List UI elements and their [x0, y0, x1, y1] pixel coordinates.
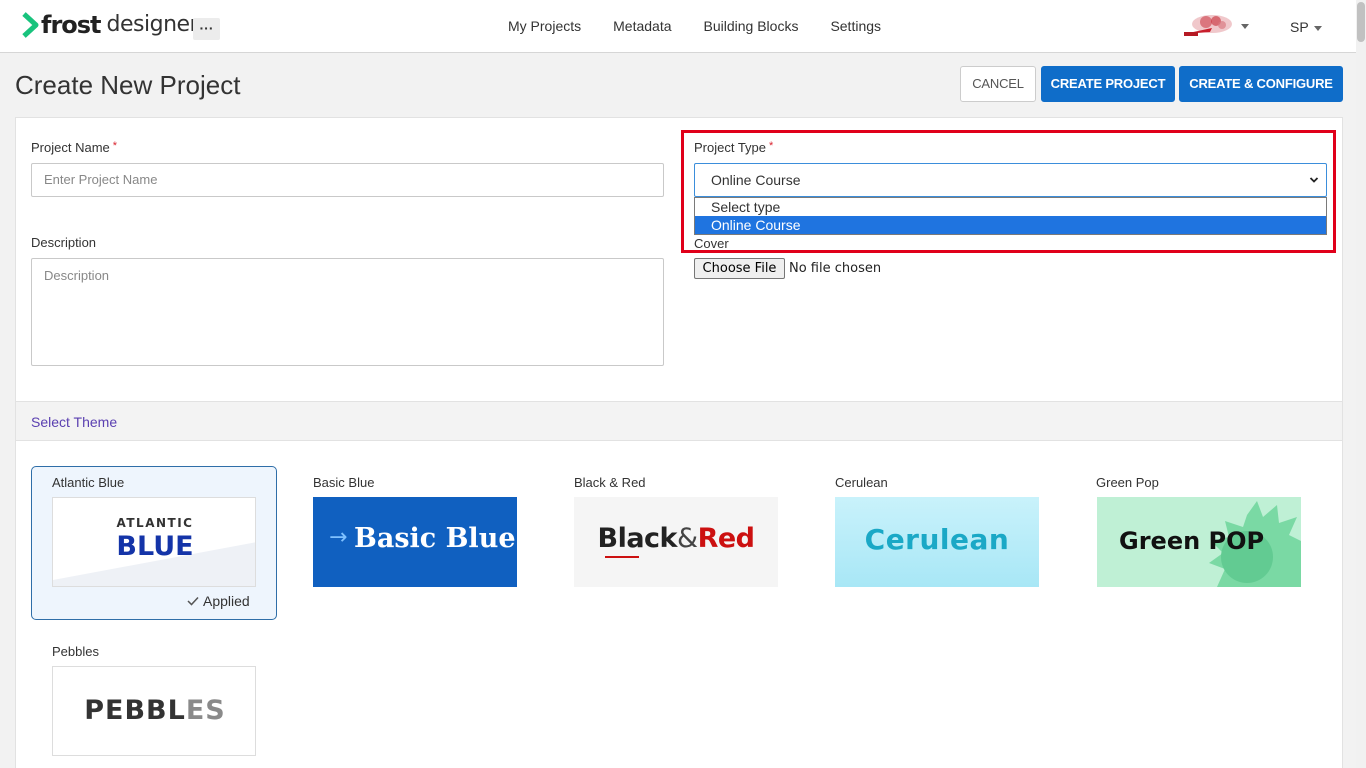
- project-name-input[interactable]: Enter Project Name: [31, 163, 664, 197]
- thumb-text-pebbles: PEBBLES: [53, 695, 255, 726]
- theme-name-cerulean: Cerulean: [835, 475, 888, 490]
- logo-chevron-icon: [22, 12, 39, 38]
- logo-text-designer: designer: [106, 12, 199, 37]
- create-and-configure-button[interactable]: CREATE & CONFIGURE: [1179, 66, 1343, 102]
- applied-indicator: Applied: [187, 593, 250, 609]
- chevron-down-icon: [1314, 26, 1322, 31]
- nav-building-blocks[interactable]: Building Blocks: [704, 18, 799, 34]
- theme-name-basic-blue: Basic Blue: [313, 475, 375, 490]
- thumb-text-amp: &: [677, 523, 698, 554]
- theme-name-pebbles: Pebbles: [52, 644, 99, 659]
- thumb-text-es: ES: [185, 695, 226, 726]
- required-mark: *: [112, 140, 118, 152]
- thumb-text-red: Red: [697, 523, 755, 554]
- page-title: Create New Project: [15, 70, 241, 100]
- project-name-label: Project Name *: [31, 140, 117, 155]
- organization-logo-icon: [1184, 15, 1232, 36]
- highlight-annotation-box: [681, 130, 1336, 253]
- page-scrollbar[interactable]: [1356, 0, 1366, 768]
- thumb-text-black: Black: [597, 523, 677, 554]
- thumb-underline: [605, 556, 639, 558]
- theme-thumbnail-atlantic-blue[interactable]: ATLANTIC BLUE: [52, 497, 256, 587]
- choose-file-button[interactable]: Choose File: [694, 258, 785, 279]
- more-menu-button[interactable]: ···: [193, 18, 220, 40]
- checkmark-icon: [187, 596, 199, 606]
- scrollbar-thumb[interactable]: [1357, 2, 1365, 42]
- frost-designer-logo[interactable]: frost designer: [22, 11, 199, 39]
- nav-my-projects[interactable]: My Projects: [508, 18, 581, 34]
- select-theme-header: Select Theme: [16, 401, 1342, 441]
- thumb-text-pebbl: PEBBL: [84, 695, 186, 726]
- thumb-text-black-red: Black&Red: [574, 523, 778, 554]
- theme-thumbnail-green-pop[interactable]: Green POP: [1097, 497, 1301, 587]
- create-project-button[interactable]: CREATE PROJECT: [1041, 66, 1175, 102]
- theme-name-atlantic-blue: Atlantic Blue: [52, 475, 125, 490]
- organization-switcher[interactable]: [1182, 12, 1252, 40]
- main-nav: My Projects Metadata Building Blocks Set…: [508, 18, 913, 34]
- description-textarea[interactable]: Description: [31, 258, 664, 366]
- thumb-text-green-pop: Green POP: [1119, 527, 1265, 555]
- select-theme-title: Select Theme: [31, 414, 118, 430]
- user-menu[interactable]: SP: [1290, 19, 1309, 35]
- thumb-text-atlantic: ATLANTIC: [116, 516, 194, 530]
- thumb-text-basic-blue: Basic Blue: [354, 523, 516, 554]
- theme-name-green-pop: Green Pop: [1096, 475, 1159, 490]
- cancel-button[interactable]: CANCEL: [960, 66, 1036, 102]
- theme-thumbnail-pebbles[interactable]: PEBBLES: [52, 666, 256, 756]
- thumb-text-blue: BLUE: [116, 531, 194, 562]
- theme-thumbnail-cerulean[interactable]: Cerulean: [835, 497, 1039, 587]
- logo-text-frost: frost: [41, 11, 102, 39]
- chevron-down-icon: [1241, 24, 1249, 29]
- nav-settings[interactable]: Settings: [830, 18, 881, 34]
- description-label: Description: [31, 235, 97, 250]
- file-status-text: No file chosen: [789, 261, 882, 276]
- theme-thumbnail-basic-blue[interactable]: → Basic Blue: [313, 497, 517, 587]
- thumb-text-cerulean: Cerulean: [864, 523, 1010, 556]
- arrow-right-icon: →: [329, 525, 348, 550]
- applied-label: Applied: [203, 593, 250, 609]
- project-name-label-text: Project Name: [31, 140, 110, 155]
- top-navbar: frost designer ··· My Projects Metadata …: [0, 0, 1356, 53]
- theme-thumbnail-black-red[interactable]: Black&Red: [574, 497, 778, 587]
- nav-metadata[interactable]: Metadata: [613, 18, 671, 34]
- theme-name-black-red: Black & Red: [574, 475, 646, 490]
